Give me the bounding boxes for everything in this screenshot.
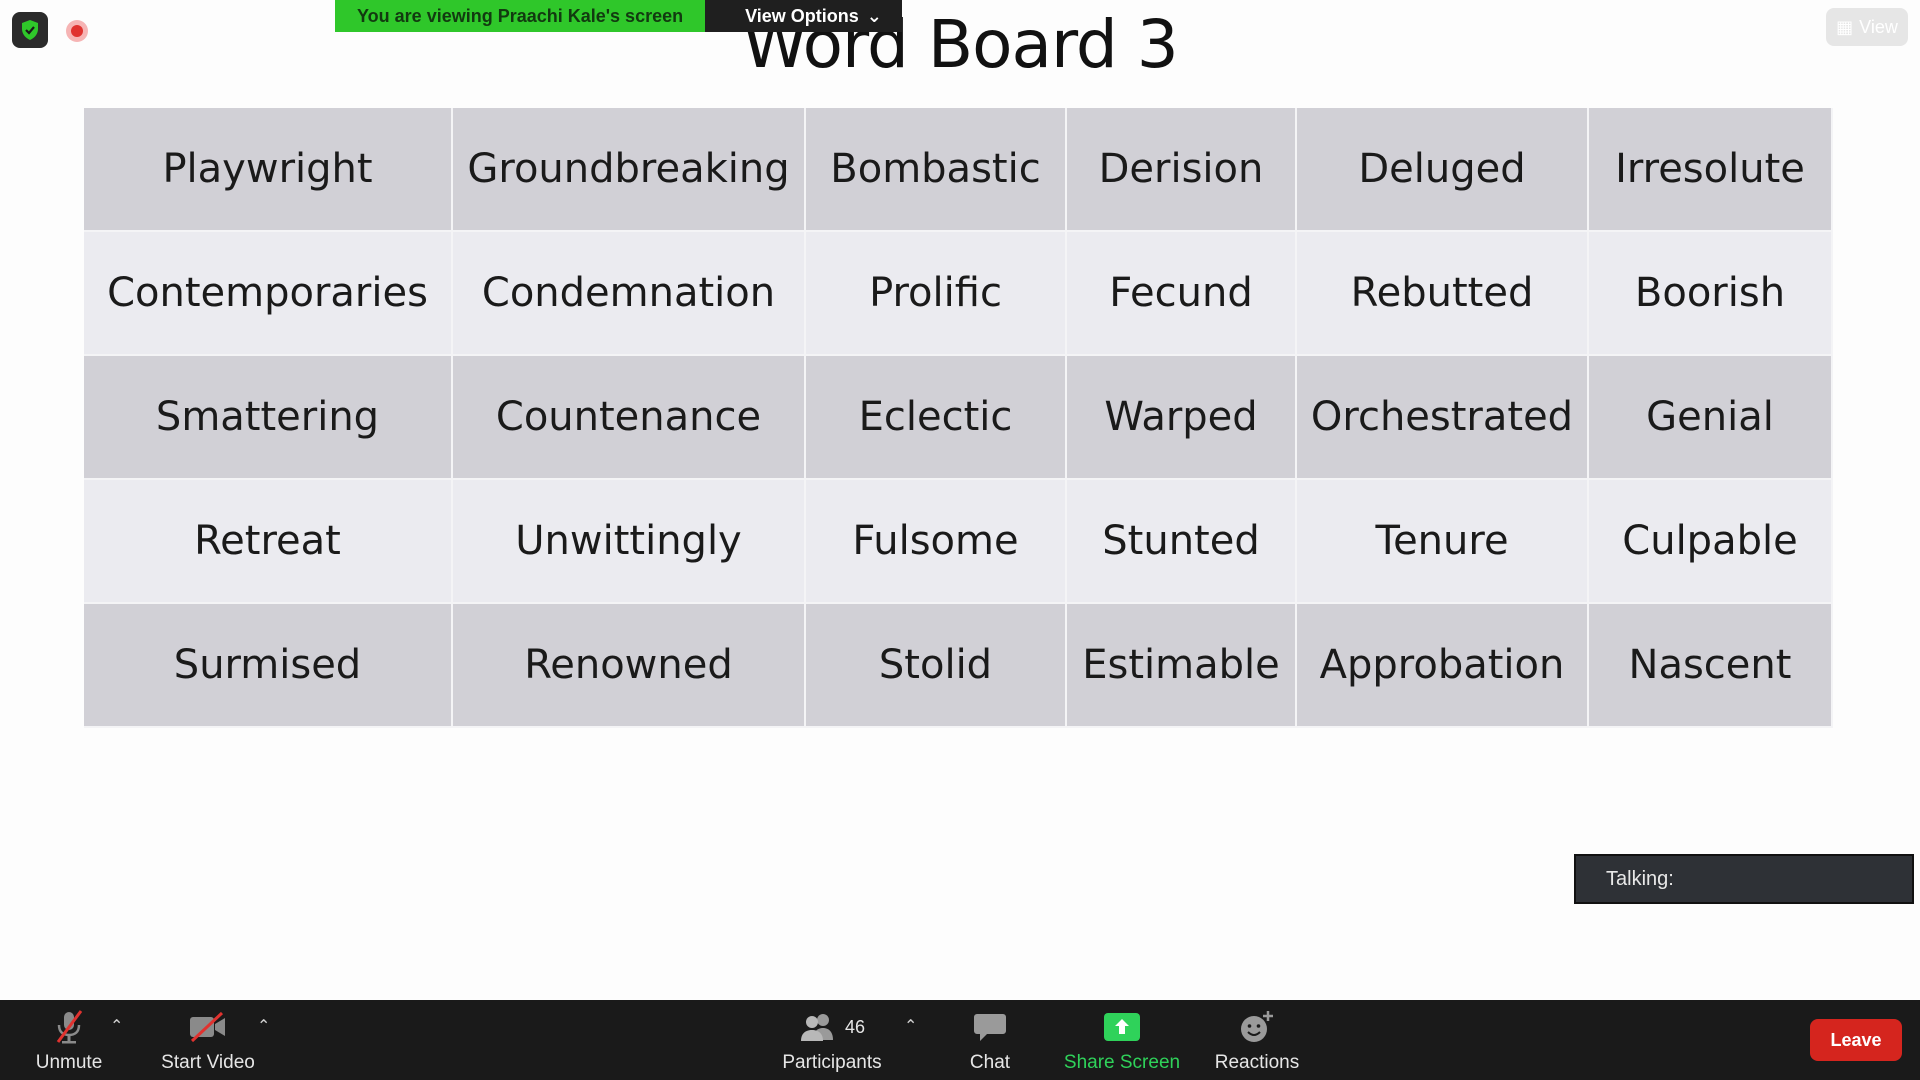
word-cell: Tenure bbox=[1296, 479, 1589, 604]
viewing-banner: You are viewing Praachi Kale's screen Vi… bbox=[335, 0, 902, 32]
word-cell: Prolific bbox=[805, 231, 1067, 356]
word-cell: Deluged bbox=[1296, 108, 1589, 232]
word-cell: Smattering bbox=[84, 355, 453, 480]
start-video-label: Start Video bbox=[161, 1052, 255, 1073]
word-cell: Renowned bbox=[452, 603, 806, 728]
word-cell: Eclectic bbox=[805, 355, 1067, 480]
talking-indicator: Talking: bbox=[1574, 854, 1914, 904]
leave-button[interactable]: Leave bbox=[1810, 1019, 1902, 1061]
word-cell: Unwittingly bbox=[452, 479, 806, 604]
muted-microphone-icon bbox=[52, 1008, 86, 1046]
video-options-caret-icon[interactable]: ⌃ bbox=[257, 1016, 270, 1036]
word-cell: Warped bbox=[1066, 355, 1297, 480]
word-cell: Bombastic bbox=[805, 108, 1067, 232]
participants-label: Participants bbox=[782, 1052, 882, 1073]
word-cell: Contemporaries bbox=[84, 231, 453, 356]
participants-icon-group: 46 bbox=[799, 1008, 865, 1046]
view-button-label: View bbox=[1859, 16, 1898, 37]
word-cell: Derision bbox=[1066, 108, 1297, 232]
word-cell: Genial bbox=[1588, 355, 1833, 480]
unmute-label: Unmute bbox=[35, 1052, 103, 1073]
view-options-button[interactable]: View Options ⌄ bbox=[705, 0, 902, 32]
meeting-toolbar: Unmute ⌃ Start Video ⌃ 46 Participants ⌃… bbox=[0, 1000, 1920, 1080]
word-cell: Nascent bbox=[1588, 603, 1833, 728]
word-board-row: Surmised Renowned Stolid Estimable Approbati… bbox=[84, 603, 1833, 728]
word-cell: Fulsome bbox=[805, 479, 1067, 604]
chevron-down-icon: ⌄ bbox=[866, 6, 882, 26]
word-board-row: Playwright Groundbreaking Bombastic Derisio… bbox=[84, 108, 1833, 232]
share-screen-button[interactable]: Share Screen bbox=[1063, 1008, 1181, 1074]
word-cell: Stolid bbox=[805, 603, 1067, 728]
word-cell: Fecund bbox=[1066, 231, 1297, 356]
word-cell: Boorish bbox=[1588, 231, 1833, 356]
word-cell: Approbation bbox=[1296, 603, 1589, 728]
participants-options-caret-icon[interactable]: ⌃ bbox=[904, 1016, 917, 1036]
word-cell: Condemnation bbox=[452, 231, 806, 356]
word-board-row: Smattering Countenance Eclectic Warped Orche… bbox=[84, 355, 1833, 480]
word-cell: Groundbreaking bbox=[452, 108, 806, 232]
word-cell: Culpable bbox=[1588, 479, 1833, 604]
chat-label: Chat bbox=[969, 1052, 1011, 1073]
chat-icon bbox=[973, 1008, 1007, 1046]
reactions-label: Reactions bbox=[1214, 1052, 1300, 1073]
word-cell: Estimable bbox=[1066, 603, 1297, 728]
start-video-button[interactable]: Start Video bbox=[160, 1008, 256, 1074]
view-options-label: View Options bbox=[745, 6, 859, 26]
meeting-window: Word Board 3 Playwright Groundbreaking Bom… bbox=[0, 0, 1920, 1080]
video-off-icon bbox=[188, 1008, 228, 1046]
word-board-row: Contemporaries Condemnation Prolific Fecund… bbox=[84, 231, 1833, 356]
participants-icon bbox=[800, 1014, 833, 1041]
unmute-button[interactable]: Unmute bbox=[34, 1008, 104, 1074]
recording-icon[interactable] bbox=[66, 20, 88, 42]
word-cell: Surmised bbox=[84, 603, 453, 728]
word-cell: Rebutted bbox=[1296, 231, 1589, 356]
view-button[interactable]: ▦ View bbox=[1826, 8, 1908, 46]
security-shield-icon[interactable] bbox=[12, 12, 48, 48]
share-screen-label: Share Screen bbox=[1063, 1052, 1181, 1073]
audio-options-caret-icon[interactable]: ⌃ bbox=[110, 1016, 123, 1036]
participants-button[interactable]: 46 Participants bbox=[782, 1008, 882, 1074]
word-cell: Countenance bbox=[452, 355, 806, 480]
participants-count: 46 bbox=[844, 1016, 866, 1037]
talking-label: Talking: bbox=[1606, 868, 1674, 890]
word-cell: Retreat bbox=[84, 479, 453, 604]
reactions-button[interactable]: Reactions bbox=[1212, 1008, 1302, 1074]
grid-icon: ▦ bbox=[1836, 16, 1854, 37]
word-cell: Orchestrated bbox=[1296, 355, 1589, 480]
reactions-icon bbox=[1239, 1008, 1275, 1046]
share-screen-icon bbox=[1104, 1008, 1140, 1046]
word-board-row: Retreat Unwittingly Fulsome Stunted Tenure Cu… bbox=[84, 479, 1833, 604]
word-board: Playwright Groundbreaking Bombastic Derisio… bbox=[84, 108, 1833, 728]
slide-title: Word Board 3 bbox=[742, 6, 1179, 83]
word-cell: Stunted bbox=[1066, 479, 1297, 604]
leave-label: Leave bbox=[1830, 1029, 1882, 1050]
viewing-banner-text: You are viewing Praachi Kale's screen bbox=[335, 0, 706, 32]
shared-screen: Word Board 3 Playwright Groundbreaking Bom… bbox=[0, 0, 1920, 1000]
word-cell: Playwright bbox=[84, 108, 453, 232]
chat-button[interactable]: Chat bbox=[960, 1008, 1020, 1074]
word-cell: Irresolute bbox=[1588, 108, 1833, 232]
